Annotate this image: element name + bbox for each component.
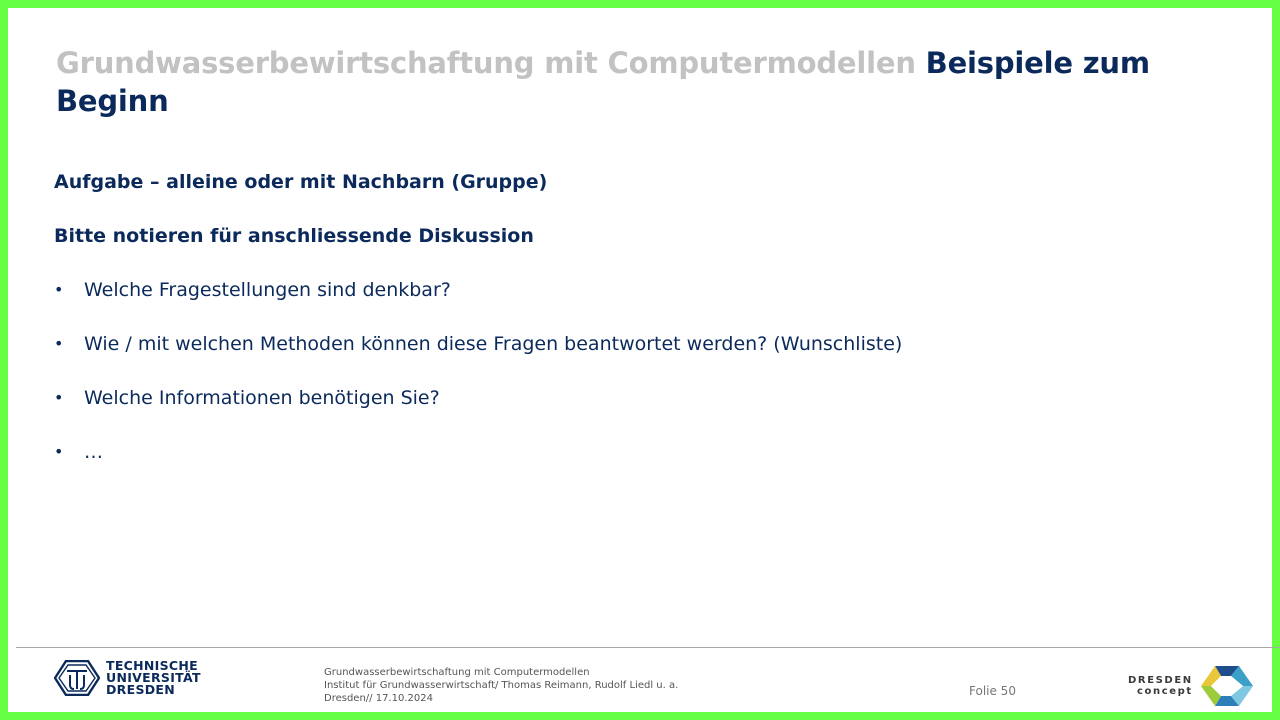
- list-item: • Welche Informationen benötigen Sie?: [54, 386, 1154, 410]
- list-item-text: Welche Informationen benötigen Sie?: [84, 387, 440, 409]
- list-item-text: …: [84, 441, 103, 463]
- tud-logo-line: DRESDEN: [106, 682, 176, 697]
- list-item: • Wie / mit welchen Methoden können dies…: [54, 332, 1154, 356]
- dresden-concept-logo: DRESDEN concept: [1128, 664, 1255, 708]
- list-item-text: Wie / mit welchen Methoden können diese …: [84, 333, 903, 355]
- tud-logo: TECHNISCHE UNIVERSITÄT DRESDEN: [54, 659, 201, 697]
- slide-title: Grundwasserbewirtschaftung mit Computerm…: [56, 44, 1196, 120]
- slide-content: Aufgabe – alleine oder mit Nachbarn (Gru…: [54, 170, 1154, 494]
- bullet-icon: •: [54, 280, 64, 299]
- footer-institute: Institut für Grundwasserwirtschaft/ Thom…: [324, 680, 679, 691]
- slide-frame: Grundwasserbewirtschaftung mit Computerm…: [0, 0, 1280, 720]
- list-item-text: Welche Fragestellungen sind denkbar?: [84, 279, 451, 301]
- task-heading: Aufgabe – alleine oder mit Nachbarn (Gru…: [54, 171, 548, 193]
- footer-info: Grundwasserbewirtschaftung mit Computerm…: [324, 666, 678, 705]
- title-grey-part: Grundwasserbewirtschaftung mit Computerm…: [56, 46, 916, 80]
- footer-place-date: Dresden// 17.10.2024: [324, 693, 433, 704]
- tud-logo-text: TECHNISCHE UNIVERSITÄT DRESDEN: [106, 659, 201, 697]
- list-item: • Welche Fragestellungen sind denkbar?: [54, 278, 1154, 302]
- dresden-concept-text: DRESDEN concept: [1128, 675, 1193, 697]
- bullet-icon: •: [54, 442, 64, 461]
- footer-divider: [16, 647, 1280, 648]
- dresden-concept-line: concept: [1136, 686, 1193, 697]
- footer-course: Grundwasserbewirtschaftung mit Computerm…: [324, 667, 590, 678]
- bullet-icon: •: [54, 388, 64, 407]
- bullet-icon: •: [54, 334, 64, 353]
- question-list: • Welche Fragestellungen sind denkbar? •…: [54, 278, 1154, 464]
- dresden-concept-emblem-icon: [1200, 666, 1253, 706]
- list-item: • …: [54, 440, 1154, 464]
- dresden-concept-line: DRESDEN: [1128, 675, 1193, 686]
- tud-emblem-icon: [54, 660, 100, 696]
- notes-heading: Bitte notieren für anschliessende Diskus…: [54, 225, 534, 247]
- slide-number: Folie 50: [969, 684, 1016, 698]
